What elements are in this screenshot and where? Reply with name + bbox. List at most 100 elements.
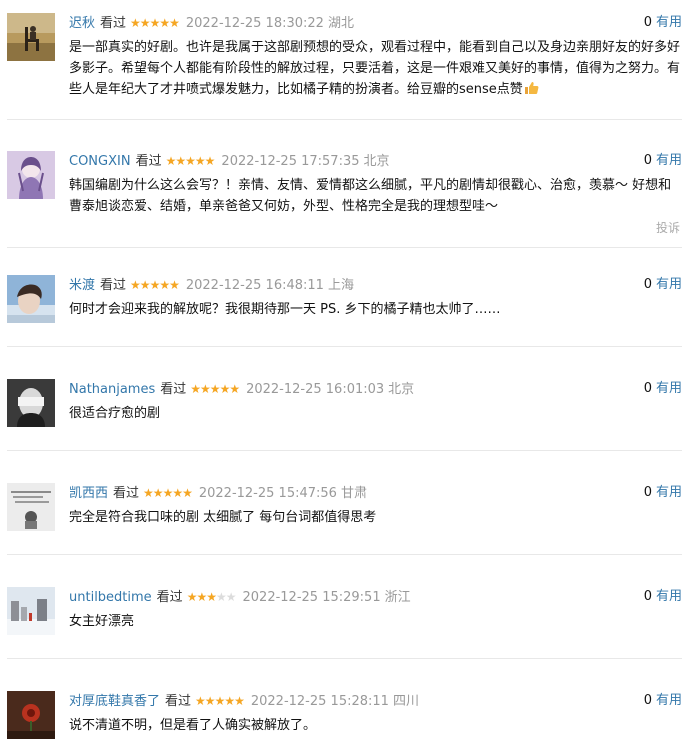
username-link[interactable]: 对厚底鞋真香了 bbox=[69, 694, 160, 709]
comment-time: 2022-12-25 18:30:22 bbox=[185, 16, 324, 31]
vote-count: 0 bbox=[643, 693, 652, 708]
vote-area: 0 有用 bbox=[644, 691, 682, 711]
comment-time: 2022-12-25 16:48:11 bbox=[185, 278, 324, 293]
avatar[interactable] bbox=[7, 691, 55, 739]
star-filled-icon: ★ bbox=[169, 278, 180, 292]
vote-area: 0 有用 bbox=[644, 151, 682, 171]
star-filled-icon: ★ bbox=[182, 486, 193, 500]
comment-header: Nathanjames 看过 ★★★★★ 2022-12-25 16:01:03 北京 bbox=[69, 379, 414, 399]
comment-header: CONGXIN 看过 ★★★★★ 2022-12-25 17:57:35 北京 bbox=[69, 151, 390, 171]
comment-text: 说不清道不明，但是看了人确实被解放了。 bbox=[69, 718, 317, 733]
avatar[interactable] bbox=[7, 151, 55, 199]
star-filled-icon: ★ bbox=[219, 382, 231, 396]
vote-count: 0 bbox=[643, 485, 652, 500]
star-filled-icon: ★ bbox=[162, 486, 174, 500]
vote-area: 0 有用 bbox=[644, 587, 682, 607]
avatar[interactable] bbox=[7, 587, 55, 635]
star-filled-icon: ★ bbox=[159, 16, 170, 30]
star-empty-icon: ★ bbox=[215, 590, 227, 604]
useful-button[interactable]: 有用 bbox=[656, 589, 682, 604]
star-filled-icon: ★ bbox=[159, 278, 170, 292]
vote-area: 0 有用 bbox=[644, 483, 682, 503]
separator bbox=[7, 450, 682, 451]
username-link[interactable]: 凯西西 bbox=[69, 486, 108, 501]
thumbs-up-icon bbox=[524, 81, 539, 102]
star-filled-icon: ★ bbox=[204, 694, 216, 708]
star-filled-icon: ★ bbox=[196, 590, 207, 604]
winter-street-avatar bbox=[7, 587, 55, 635]
comment-text: 完全是符合我口味的剧 太细腻了 每句台词都值得思考 bbox=[69, 510, 377, 525]
star-empty-icon: ★ bbox=[225, 590, 237, 604]
useful-button[interactable]: 有用 bbox=[656, 485, 682, 500]
red-flower-avatar bbox=[7, 691, 55, 739]
comment-header: 对厚底鞋真香了 看过 ★★★★★ 2022-12-25 15:28:11 四川 bbox=[69, 691, 419, 711]
useful-button[interactable]: 有用 bbox=[656, 693, 682, 708]
rating-stars: ★★★★★ bbox=[130, 275, 180, 295]
avatar[interactable] bbox=[7, 13, 55, 61]
watch-status: 看过 bbox=[113, 486, 140, 501]
sketch-text-avatar bbox=[7, 483, 55, 531]
comment-text: 是一部真实的好剧。也许是我属于这部剧预想的受众，观看过程中，能看到自己以及身边亲… bbox=[69, 37, 682, 102]
star-filled-icon: ★ bbox=[206, 590, 217, 604]
comment-header: 迟秋 看过 ★★★★★ 2022-12-25 18:30:22 湖北 bbox=[69, 13, 354, 33]
watch-status: 看过 bbox=[156, 590, 183, 605]
useful-button[interactable]: 有用 bbox=[656, 277, 682, 292]
avatar[interactable] bbox=[7, 379, 55, 427]
report-link[interactable]: 投诉 bbox=[656, 219, 680, 236]
star-filled-icon: ★ bbox=[169, 16, 180, 30]
comment-time: 2022-12-25 16:01:03 bbox=[246, 382, 385, 397]
separator bbox=[7, 346, 682, 347]
star-filled-icon: ★ bbox=[149, 278, 161, 292]
username-link[interactable]: CONGXIN bbox=[69, 154, 131, 169]
star-filled-icon: ★ bbox=[172, 486, 183, 500]
useful-button[interactable]: 有用 bbox=[656, 153, 682, 168]
comment-location: 四川 bbox=[392, 694, 419, 709]
rating-stars: ★★★★★ bbox=[195, 691, 245, 711]
comment-header: 米渡 看过 ★★★★★ 2022-12-25 16:48:11 上海 bbox=[69, 275, 354, 295]
star-filled-icon: ★ bbox=[139, 278, 151, 292]
comment-header: 凯西西 看过 ★★★★★ 2022-12-25 15:47:56 甘肃 bbox=[69, 483, 367, 503]
avatar[interactable] bbox=[7, 275, 55, 323]
username-link[interactable]: Nathanjames bbox=[69, 382, 155, 397]
comment-location: 甘肃 bbox=[340, 486, 367, 501]
watch-status: 看过 bbox=[135, 154, 162, 169]
star-filled-icon: ★ bbox=[194, 154, 206, 168]
star-filled-icon: ★ bbox=[165, 154, 177, 168]
watch-status: 看过 bbox=[100, 16, 127, 31]
rating-stars: ★★★★★ bbox=[187, 587, 237, 607]
star-filled-icon: ★ bbox=[214, 694, 226, 708]
star-filled-icon: ★ bbox=[143, 486, 154, 500]
vote-count: 0 bbox=[643, 153, 652, 168]
username-link[interactable]: 米渡 bbox=[69, 278, 95, 293]
star-filled-icon: ★ bbox=[130, 16, 141, 30]
avatar[interactable] bbox=[7, 483, 55, 531]
star-filled-icon: ★ bbox=[175, 154, 186, 168]
star-filled-icon: ★ bbox=[149, 16, 161, 30]
comment-time: 2022-12-25 15:29:51 bbox=[242, 590, 381, 605]
rating-stars: ★★★★★ bbox=[165, 151, 216, 171]
star-filled-icon: ★ bbox=[209, 382, 221, 396]
username-link[interactable]: untilbedtime bbox=[69, 590, 152, 605]
blindfold-portrait-avatar bbox=[7, 379, 55, 427]
star-filled-icon: ★ bbox=[204, 154, 216, 168]
star-filled-icon: ★ bbox=[200, 382, 211, 396]
separator bbox=[7, 247, 682, 248]
star-filled-icon: ★ bbox=[139, 16, 151, 30]
comment-time: 2022-12-25 15:47:56 bbox=[198, 486, 337, 501]
rating-stars: ★★★★★ bbox=[130, 13, 180, 33]
star-filled-icon: ★ bbox=[224, 694, 235, 708]
star-filled-icon: ★ bbox=[185, 154, 196, 168]
comment-time: 2022-12-25 15:28:11 bbox=[250, 694, 389, 709]
watch-status: 看过 bbox=[165, 694, 192, 709]
vote-count: 0 bbox=[643, 589, 652, 604]
separator bbox=[7, 658, 682, 659]
useful-button[interactable]: 有用 bbox=[656, 381, 682, 396]
comment-text: 韩国编剧为什么这么会写？！亲情、友情、爱情都这么细腻，平凡的剧情却很戳心、治愈，… bbox=[69, 178, 672, 214]
portrait-sky-avatar bbox=[7, 275, 55, 323]
username-link[interactable]: 迟秋 bbox=[69, 16, 95, 31]
separator bbox=[7, 119, 682, 120]
star-filled-icon: ★ bbox=[195, 694, 206, 708]
chair-field-avatar bbox=[7, 13, 55, 61]
star-filled-icon: ★ bbox=[234, 694, 245, 708]
useful-button[interactable]: 有用 bbox=[656, 15, 682, 30]
